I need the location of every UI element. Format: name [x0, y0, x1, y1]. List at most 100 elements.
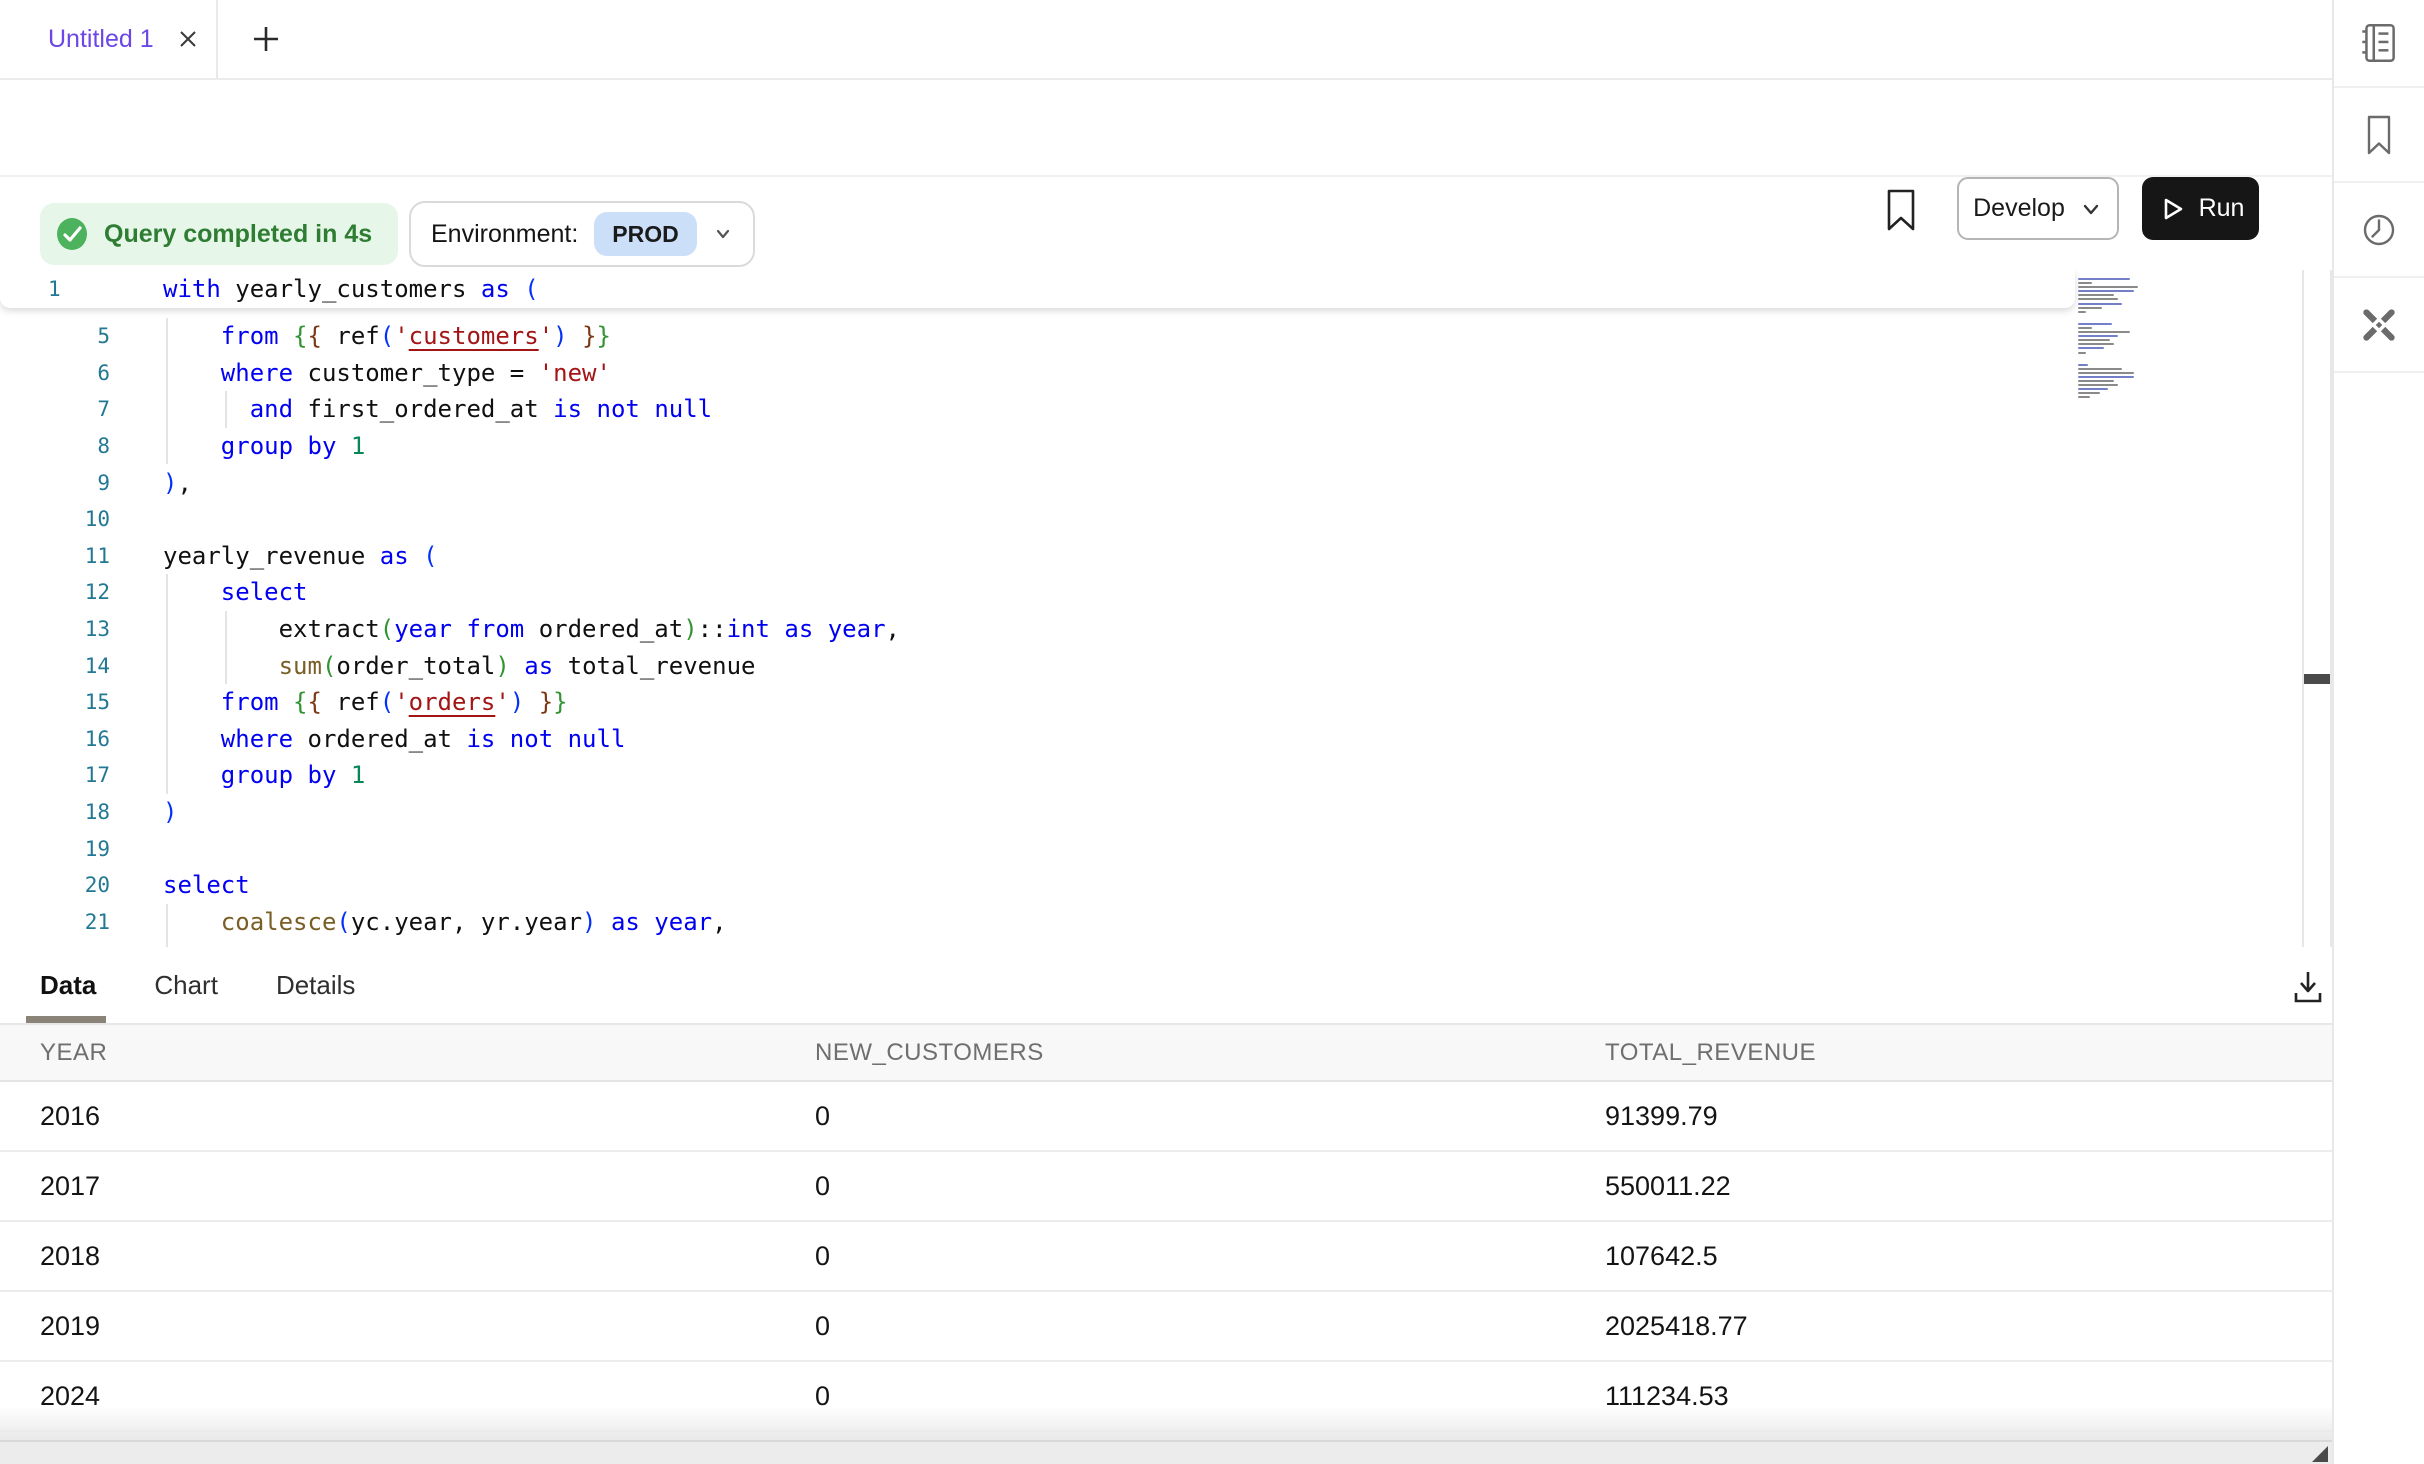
line-number: 14 — [0, 654, 110, 678]
query-status-text: Query completed in 4s — [104, 220, 372, 249]
active-tab-underline — [26, 1016, 106, 1023]
scrollbar-thumb[interactable] — [2304, 674, 2330, 684]
table-row: 20170550011.22 — [0, 1152, 2332, 1222]
code-line[interactable]: 20select — [0, 867, 2332, 904]
plus-icon — [251, 24, 281, 54]
editor-tab-bar: Untitled 1 — [0, 0, 2332, 80]
results-panel: Data Chart Details YEARNEW_CUSTOMERSTOTAL_… — [0, 947, 2332, 1464]
close-tab-button[interactable] — [176, 27, 200, 51]
sidebar-item-history[interactable] — [2334, 183, 2424, 278]
right-sidebar — [2332, 0, 2424, 1464]
code-line[interactable]: 10 — [0, 501, 2332, 538]
sticky-scroll-line[interactable]: 1 with yearly_customers as ( — [0, 270, 2075, 308]
code-line[interactable]: 17 group by 1 — [0, 757, 2332, 794]
table-row: 2016091399.79 — [0, 1082, 2332, 1152]
minimap[interactable] — [2078, 278, 2250, 400]
table-cell: 0 — [815, 1101, 1605, 1132]
code-line[interactable]: 21 coalesce(yc.year, yr.year) as year, — [0, 904, 2332, 941]
line-number: 13 — [0, 617, 110, 641]
line-number: 12 — [0, 580, 110, 604]
line-number: 21 — [0, 910, 110, 934]
table-cell: 91399.79 — [1605, 1101, 2332, 1132]
main-area: Untitled 1 Develop — [0, 0, 2332, 1464]
sticky-line-number: 1 — [0, 277, 110, 301]
line-number: 9 — [0, 471, 110, 495]
environment-label: Environment: — [431, 220, 578, 249]
table-cell: 0 — [815, 1171, 1605, 1202]
sticky-line-code: with yearly_customers as ( — [163, 275, 539, 303]
table-cell: 111234.53 — [1605, 1381, 2332, 1412]
table-body: 2016091399.7920170550011.2220180107642.5… — [0, 1082, 2332, 1432]
table-row: 201902025418.77 — [0, 1292, 2332, 1362]
sql-code-editor[interactable]: 1 with yearly_customers as ( 5 from {{ r… — [0, 270, 2332, 947]
table-cell: 550011.22 — [1605, 1171, 2332, 1202]
sidebar-item-lineage[interactable] — [2334, 278, 2424, 373]
line-number: 15 — [0, 690, 110, 714]
code-line[interactable]: 9), — [0, 464, 2332, 501]
line-number: 19 — [0, 837, 110, 861]
code-line[interactable]: 12 select — [0, 574, 2332, 611]
query-status-badge: Query completed in 4s — [40, 203, 398, 265]
table-row: 20180107642.5 — [0, 1222, 2332, 1292]
table-cell: 2019 — [40, 1311, 815, 1342]
column-header: NEW_CUSTOMERS — [815, 1039, 1605, 1067]
download-results-button[interactable] — [2282, 961, 2334, 1013]
code-line[interactable]: 8 group by 1 — [0, 428, 2332, 465]
table-row: 20240111234.53 — [0, 1362, 2332, 1432]
tab-untitled-1[interactable]: Untitled 1 — [0, 0, 216, 78]
table-cell: 0 — [815, 1381, 1605, 1412]
success-check-icon — [54, 216, 90, 252]
horizontal-scrollbar[interactable] — [0, 1440, 2332, 1464]
history-icon — [2357, 208, 2401, 252]
table-cell: 0 — [815, 1241, 1605, 1272]
line-number: 6 — [0, 361, 110, 385]
results-tab-data[interactable]: Data — [40, 970, 96, 1001]
code-line[interactable]: 13 extract(year from ordered_at)::int as… — [0, 611, 2332, 648]
line-number: 16 — [0, 727, 110, 751]
code-line[interactable]: 18) — [0, 794, 2332, 831]
line-number: 17 — [0, 763, 110, 787]
table-cell: 2024 — [40, 1381, 815, 1412]
code-line[interactable]: 11yearly_revenue as ( — [0, 538, 2332, 575]
code-line[interactable]: 15 from {{ ref('orders') }} — [0, 684, 2332, 721]
code-line[interactable]: 22 coalesce(yc.new_customers, 0) as new_… — [0, 940, 2332, 947]
line-number: 8 — [0, 434, 110, 458]
code-line[interactable]: 19 — [0, 830, 2332, 867]
line-number: 20 — [0, 873, 110, 897]
results-tab-chart[interactable]: Chart — [154, 970, 218, 1001]
line-number: 10 — [0, 507, 110, 531]
lineage-icon — [2356, 302, 2402, 348]
table-header-row: YEARNEW_CUSTOMERSTOTAL_REVENUE — [0, 1025, 2332, 1082]
table-cell: 2017 — [40, 1171, 815, 1202]
tab-divider — [216, 0, 218, 78]
table-cell: 2025418.77 — [1605, 1311, 2332, 1342]
line-number: 18 — [0, 800, 110, 824]
table-cell: 107642.5 — [1605, 1241, 2332, 1272]
results-tab-bar: Data Chart Details — [0, 947, 2332, 1025]
code-line[interactable]: 7 and first_ordered_at is not null — [0, 391, 2332, 428]
toolbar: Develop Run — [0, 80, 2332, 177]
line-number: 11 — [0, 544, 110, 568]
results-tab-details[interactable]: Details — [276, 970, 355, 1001]
tab-label: Untitled 1 — [48, 25, 154, 54]
chevron-down-icon — [713, 224, 733, 244]
code-line[interactable]: 16 where ordered_at is not null — [0, 721, 2332, 758]
column-header: TOTAL_REVENUE — [1605, 1039, 2332, 1067]
close-icon — [176, 27, 200, 51]
column-header: YEAR — [40, 1039, 815, 1067]
table-cell: 0 — [815, 1311, 1605, 1342]
resize-grip[interactable] — [2312, 1446, 2328, 1462]
code-line[interactable]: 14 sum(order_total) as total_revenue — [0, 647, 2332, 684]
table-cell: 2018 — [40, 1241, 815, 1272]
sidebar-item-bookmarks[interactable] — [2334, 88, 2424, 183]
environment-selector[interactable]: Environment: PROD — [409, 201, 755, 267]
line-number: 5 — [0, 324, 110, 348]
status-row: Query completed in 4s Environment: PROD — [0, 177, 2332, 270]
new-tab-button[interactable] — [236, 0, 296, 78]
code-line[interactable]: 5 from {{ ref('customers') }} — [0, 318, 2332, 355]
code-line[interactable]: 6 where customer_type = 'new' — [0, 355, 2332, 392]
editor-scrollbar[interactable] — [2302, 270, 2332, 947]
notebook-icon — [2356, 20, 2402, 66]
sidebar-item-notebook[interactable] — [2334, 0, 2424, 88]
bookmark-icon — [2357, 111, 2401, 159]
